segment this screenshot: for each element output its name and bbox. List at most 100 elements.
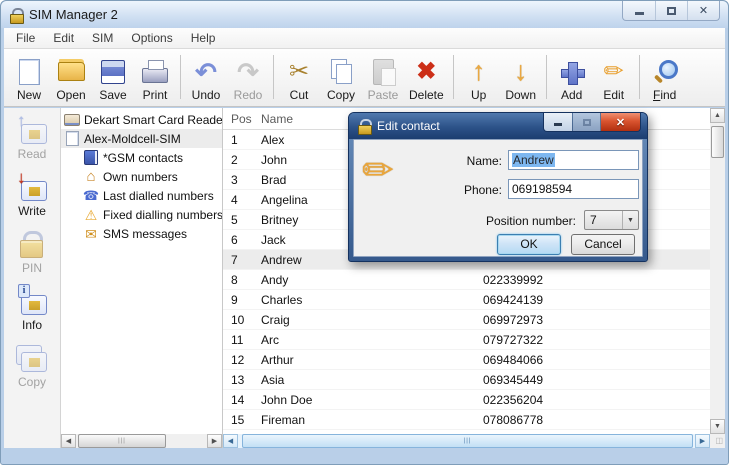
scroll-down-button[interactable]: ▼	[710, 419, 725, 434]
table-scroll-track[interactable]: |||	[238, 434, 695, 448]
table-scroll-thumb[interactable]: |||	[242, 434, 693, 448]
tree-item[interactable]: Last dialled numbers	[61, 186, 222, 205]
dialog-close-button[interactable]: ✕	[600, 113, 640, 131]
sidebar-button[interactable]: Read	[4, 115, 60, 161]
dialog-maximize-button[interactable]	[572, 113, 600, 131]
tree-item-label: SMS messages	[103, 227, 187, 241]
contact-row[interactable]: 9 Charles 069424139	[223, 290, 710, 310]
cell-phone: 069345449	[483, 373, 710, 387]
toolbar-button[interactable]	[176, 53, 185, 101]
phone-field[interactable]: 069198594	[508, 179, 639, 199]
scroll-up-button[interactable]: ▲	[710, 108, 725, 123]
contact-row[interactable]: 8 Andy 022339992	[223, 270, 710, 290]
copy-pages-icon	[326, 57, 356, 87]
cell-pos: 7	[223, 253, 261, 267]
cell-name: Arc	[261, 333, 483, 347]
cell-name: Asia	[261, 373, 483, 387]
tree-item[interactable]: Fixed dialling numbers	[61, 205, 222, 224]
sim-tree: Dekart Smart Card Reader ( Alex-Moldcell…	[61, 110, 222, 434]
action-sidebar: Read Write PIN Info	[4, 108, 61, 448]
toolbar-button[interactable]: Open	[50, 51, 92, 103]
sidebar-button[interactable]: Copy	[4, 343, 60, 389]
tree-item[interactable]: Dekart Smart Card Reader (	[61, 110, 222, 129]
scroll-left-button[interactable]: ◀	[223, 434, 238, 448]
cancel-button[interactable]: Cancel	[571, 234, 635, 255]
delete-cross-icon	[411, 57, 441, 87]
scroll-right-button[interactable]: ▶	[695, 434, 710, 448]
contact-row[interactable]: 10 Craig 069972973	[223, 310, 710, 330]
cell-pos: 6	[223, 233, 261, 247]
cell-phone: 069972973	[483, 313, 710, 327]
tree-item[interactable]: Alex-Moldcell-SIM	[61, 129, 222, 148]
cell-phone: 078086778	[483, 413, 710, 427]
cell-pos: 11	[223, 333, 261, 347]
toolbar-button[interactable]	[449, 53, 458, 101]
dialog-body: ✏ Name: Andrew Phone: 069198594 Position…	[353, 139, 643, 257]
column-header-pos[interactable]: Pos	[223, 112, 261, 126]
minimize-button[interactable]	[623, 1, 655, 20]
sidebar-button[interactable]: Info	[4, 286, 60, 332]
sidebar-button-label: Copy	[18, 375, 46, 389]
tree-item-label: Alex-Moldcell-SIM	[84, 132, 181, 146]
dialog-title-bar: Edit contact ✕	[349, 113, 647, 139]
menu-item[interactable]: Help	[183, 29, 224, 47]
cell-phone: 022339992	[483, 273, 710, 287]
scroll-left-button[interactable]: ◀	[61, 434, 76, 448]
cell-name: Craig	[261, 313, 483, 327]
add-plus-icon	[557, 57, 587, 87]
toolbar-button[interactable]: Copy	[320, 51, 362, 103]
minimize-icon	[635, 12, 644, 15]
dialog-minimize-button[interactable]	[544, 113, 572, 131]
scroll-right-button[interactable]: ▶	[207, 434, 222, 448]
cell-pos: 1	[223, 133, 261, 147]
tree-scroll-thumb[interactable]: |||	[78, 434, 166, 448]
ok-button[interactable]: OK	[497, 234, 561, 255]
toolbar-button[interactable]: New	[8, 51, 50, 103]
contacts-book-icon	[83, 150, 99, 165]
name-field[interactable]: Andrew	[508, 150, 639, 170]
tree-item-label: *GSM contacts	[103, 151, 183, 165]
edit-contact-dialog: Edit contact ✕ ✏ Name: Andrew Phone: 069…	[348, 112, 648, 262]
toolbar-button[interactable]	[269, 53, 278, 101]
tree-scroll-track[interactable]: |||	[76, 434, 207, 448]
position-number-label: Position number:	[354, 214, 576, 228]
tree-item[interactable]: SMS messages	[61, 224, 222, 243]
minimize-icon	[554, 123, 562, 126]
toolbar-button-label: Copy	[327, 88, 355, 102]
contact-row[interactable]: 12 Arthur 069484066	[223, 350, 710, 370]
sidebar-button[interactable]: PIN	[4, 229, 60, 275]
contact-row[interactable]: 13 Asia 069345449	[223, 370, 710, 390]
new-document-icon	[14, 57, 44, 87]
menu-item[interactable]: SIM	[84, 29, 121, 47]
sim-info-icon	[15, 286, 49, 316]
contact-row[interactable]: 11 Arc 079727322	[223, 330, 710, 350]
toolbar-button[interactable]	[542, 53, 551, 101]
contact-row[interactable]: 15 Fireman 078086778	[223, 410, 710, 430]
cell-name: Arthur	[261, 353, 483, 367]
menu-item[interactable]: Options	[123, 29, 180, 47]
tree-item[interactable]: Own numbers	[61, 167, 222, 186]
vertical-scroll-thumb[interactable]	[711, 126, 724, 158]
maximize-button[interactable]	[655, 1, 687, 20]
toolbar-button[interactable]: Paste	[362, 51, 404, 103]
window-controls: ✕	[622, 1, 720, 21]
sidebar-button-label: Write	[18, 204, 46, 218]
tree-item[interactable]: *GSM contacts	[61, 148, 222, 167]
sidebar-button[interactable]: Write	[4, 172, 60, 218]
position-number-select[interactable]: 7 ▼	[584, 210, 639, 230]
cell-pos: 14	[223, 393, 261, 407]
title-bar: SIM Manager 2 ✕	[1, 1, 728, 28]
toolbar-button[interactable]	[635, 53, 644, 101]
cell-phone: 079727322	[483, 333, 710, 347]
cell-pos: 10	[223, 313, 261, 327]
cut-scissors-icon	[284, 57, 314, 87]
cell-name: Charles	[261, 293, 483, 307]
contact-row[interactable]: 14 John Doe 022356204	[223, 390, 710, 410]
save-floppy-icon	[98, 57, 128, 87]
toolbar-button[interactable]: Save	[92, 51, 134, 103]
dialog-title: Edit contact	[377, 119, 440, 133]
close-button[interactable]: ✕	[687, 1, 719, 20]
menu-item[interactable]: Edit	[45, 29, 82, 47]
toolbar-button-label: Add	[561, 88, 582, 102]
menu-item[interactable]: File	[8, 29, 43, 47]
